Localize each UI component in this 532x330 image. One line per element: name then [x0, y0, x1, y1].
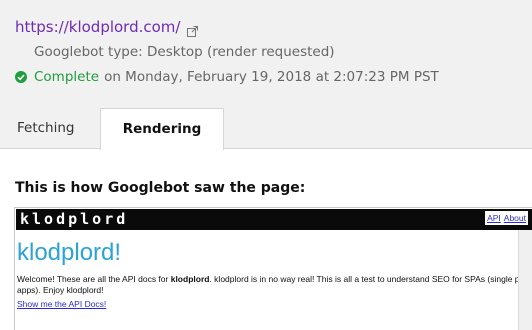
- status-timestamp: on Monday, February 19, 2018 at 2:07:23 …: [104, 69, 439, 85]
- api-docs-link[interactable]: Show me the API Docs!: [17, 299, 106, 310]
- googlebot-type: Googlebot type: Desktop (render requeste…: [34, 44, 335, 60]
- site-nav: API About: [485, 211, 528, 225]
- url-row: https://klodplord.com/: [15, 18, 199, 37]
- site-navbar: klodplord API About: [16, 209, 532, 230]
- fetch-status: Complete on Monday, February 19, 2018 at…: [15, 69, 439, 85]
- site-nav-api-link[interactable]: API: [487, 213, 501, 223]
- site-nav-about-link[interactable]: About: [504, 213, 526, 223]
- desc-brand: klodplord: [170, 274, 210, 284]
- tab-rendering[interactable]: Rendering: [100, 108, 224, 150]
- fetched-url-link[interactable]: https://klodplord.com/: [15, 18, 180, 36]
- rendered-page-preview: klodplord API About klodplord! Welcome! T…: [14, 207, 532, 330]
- check-circle-icon: [15, 71, 27, 83]
- fetch-result-header: https://klodplord.com/ Googlebot type: D…: [0, 0, 532, 149]
- site-title: klodplord!: [17, 239, 122, 266]
- status-label: Complete: [34, 69, 100, 85]
- desc-intro: Welcome! These are all the API docs for: [17, 274, 171, 284]
- external-link-icon[interactable]: [187, 22, 199, 37]
- render-heading: This is how Googlebot saw the page:: [15, 180, 306, 196]
- site-logo: klodplord: [20, 210, 129, 228]
- tab-fetching[interactable]: Fetching: [17, 108, 74, 148]
- site-description: Welcome! These are all the API docs for …: [17, 274, 532, 296]
- preview-scrollbar[interactable]: [518, 230, 532, 330]
